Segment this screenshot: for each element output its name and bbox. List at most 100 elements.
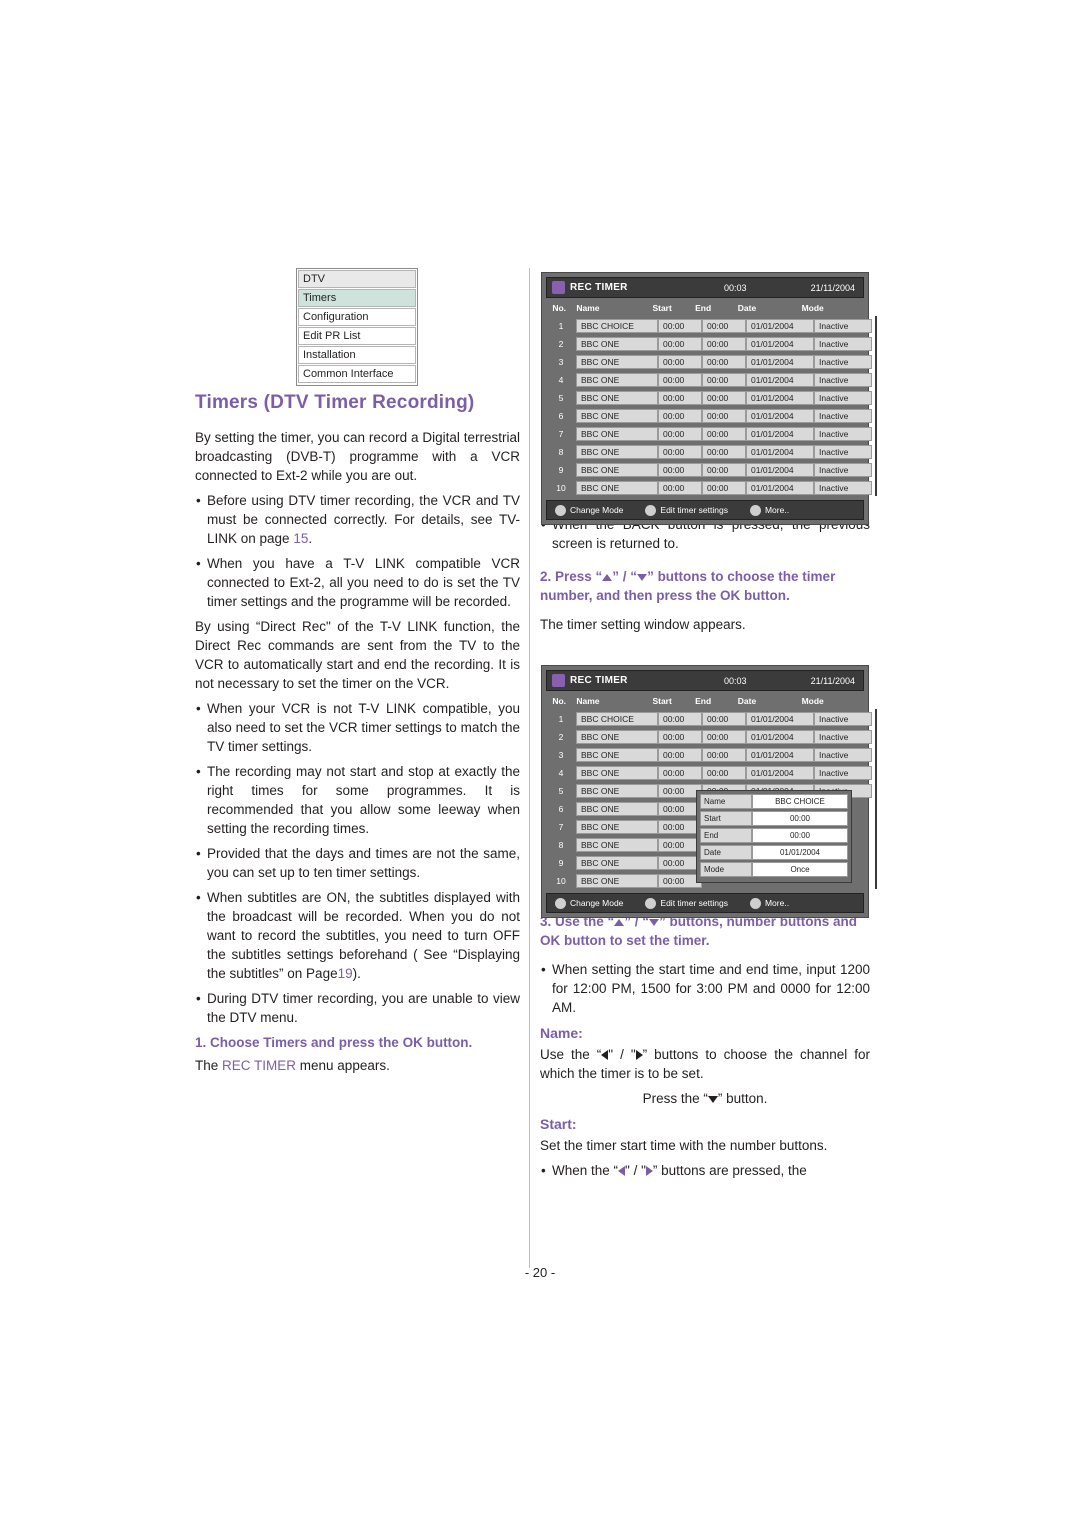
cell-end: 00:00 (702, 481, 746, 495)
table-row[interactable]: 2 BBC ONE 00:00 00:00 01/01/2004 Inactive (546, 729, 872, 745)
direct-rec-paragraph: By using “Direct Rec" of the T-V LINK fu… (195, 619, 520, 691)
table-row[interactable]: 9BBC ONE00:0000:0001/01/2004Inactive (546, 462, 872, 478)
cell-date: 01/01/2004 (746, 463, 814, 477)
table-row[interactable]: 7BBC ONE00:0000:0001/01/2004Inactive (546, 426, 872, 442)
cell-no: 5 (546, 391, 576, 405)
cell-date: 01/01/2004 (746, 355, 814, 369)
cell-mode: Inactive (814, 463, 872, 477)
menu-item-timers[interactable]: Timers (298, 289, 416, 307)
bullet-left-right: When the “ " / " ” buttons are pressed, th… (540, 1161, 870, 1180)
bullet-input-times: When setting the start time and end time… (540, 960, 870, 1017)
table-row[interactable]: 3 BBC ONE 00:00 00:00 01/01/2004 Inactive (546, 354, 872, 370)
cell-end: 00:00 (702, 463, 746, 477)
popup-value-name[interactable]: BBC CHOICE (752, 794, 848, 809)
cell-no: 5 (546, 784, 576, 798)
popup-value-date[interactable]: 01/01/2004 (752, 845, 848, 860)
popup-row[interactable]: Mode Once (700, 862, 848, 877)
arrow-right-icon (635, 1050, 643, 1061)
start-instruction: Set the timer start time with the number… (540, 1138, 828, 1153)
footer-more: More.. (742, 504, 789, 516)
cell-no: 4 (546, 373, 576, 387)
cell-no: 2 (546, 337, 576, 351)
button-dot-icon-2 (645, 504, 657, 516)
cell-no: 4 (546, 766, 576, 780)
cell-start: 00:00 (658, 391, 702, 405)
scrollbar[interactable] (875, 316, 877, 496)
bullet-ten-timers: Provided that the days and times are not… (195, 844, 520, 882)
cell-no: 9 (546, 463, 576, 477)
menu-item-common-interface[interactable]: Common Interface (298, 365, 416, 383)
popup-row[interactable]: Start 00:00 (700, 811, 848, 826)
table-row[interactable]: 3 BBC ONE 00:00 00:00 01/01/2004 Inactive (546, 747, 872, 763)
arrow-up-icon (602, 573, 613, 581)
cell-no: 10 (546, 481, 576, 495)
start-label: Start: (540, 1116, 577, 1132)
cell-no: 6 (546, 802, 576, 816)
cell-name: BBC ONE (576, 445, 658, 459)
footer2-edit-timer-label: Edit timer settings (660, 898, 728, 908)
step-2: 2. Press “” / “” buttons to choose the t… (540, 567, 870, 605)
cell-name: BBC ONE (576, 730, 658, 744)
osd1-footer: Change Mode Edit timer settings More.. (546, 500, 864, 520)
table-row[interactable]: 5BBC ONE00:0000:0001/01/2004Inactive (546, 390, 872, 406)
table-row[interactable]: 2 BBC ONE 00:00 00:00 01/01/2004 Inactive (546, 336, 872, 352)
name-press-down: Press the “ ” button. (540, 1089, 870, 1108)
rec-timer-screen-1: REC TIMER 00:03 21/11/2004 No. Name Start E… (541, 272, 877, 525)
cell-date: 01/01/2004 (746, 319, 814, 333)
cell-mode: Inactive (814, 391, 872, 405)
table-row[interactable]: 8BBC ONE00:0000:0001/01/2004Inactive (546, 444, 872, 460)
column-header-start: Start (652, 696, 672, 706)
cell-no: 1 (546, 712, 576, 726)
cell-no: 6 (546, 409, 576, 423)
popup-value-end[interactable]: 00:00 (752, 828, 848, 843)
menu-item-installation[interactable]: Installation (298, 346, 416, 364)
cell-date: 01/01/2004 (746, 445, 814, 459)
popup-label-end: End (700, 828, 752, 843)
menu-item-configuration[interactable]: Configuration (298, 308, 416, 326)
table-row[interactable]: 4 BBC ONE 00:00 00:00 01/01/2004 Inactive (546, 372, 872, 388)
cell-name: BBC ONE (576, 838, 658, 852)
osd1-title: REC TIMER (570, 282, 628, 293)
popup-row[interactable]: Date 01/01/2004 (700, 845, 848, 860)
cell-name: BBC CHOICE (576, 712, 658, 726)
lr-a: When the “ (552, 1163, 619, 1178)
name-e: ” button. (717, 1091, 768, 1106)
cell-start: 00:00 (658, 337, 702, 351)
table-row[interactable]: 10BBC ONE00:0000:0001/01/2004Inactive (546, 480, 872, 496)
bullet-dtv-menu: During DTV timer recording, you are unab… (195, 989, 520, 1027)
popup-value-start[interactable]: 00:00 (752, 811, 848, 826)
bullet-subtitles-text: When subtitles are ON, the subtitles dis… (207, 890, 520, 981)
arrow-down-icon (637, 573, 648, 581)
cell-date: 01/01/2004 (746, 748, 814, 762)
footer-change-mode: Change Mode (547, 504, 623, 516)
page-ref-19: 19 (337, 966, 353, 981)
intro-paragraph: By setting the timer, you can record a D… (195, 430, 520, 483)
dtv-menu-title: DTV (298, 270, 416, 288)
step-1-note: The REC TIMER menu appears. (195, 1056, 520, 1075)
cell-mode: Inactive (814, 748, 872, 762)
column-header-name: Name (576, 303, 600, 313)
column-header-end: End (695, 696, 712, 706)
osd2-footer: Change Mode Edit timer settings More.. (546, 893, 864, 913)
table-row[interactable]: 1 BBC CHOICE 00:00 00:00 01/01/2004 Inactive (546, 711, 872, 727)
column-header-name: Name (576, 696, 600, 706)
table-row[interactable]: 6BBC ONE00:0000:0001/01/2004Inactive (546, 408, 872, 424)
table-row[interactable]: 4 BBC ONE 00:00 00:00 01/01/2004 Inactive (546, 765, 872, 781)
rec-timer-label: REC TIMER (222, 1058, 297, 1073)
osd2-time: 00:03 (723, 675, 747, 686)
menu-item-edit-pr-list[interactable]: Edit PR List (298, 327, 416, 345)
cell-end: 00:00 (702, 730, 746, 744)
column-header-end: End (695, 303, 712, 313)
cell-end: 00:00 (702, 712, 746, 726)
button-dot-icon-5 (645, 897, 657, 909)
scrollbar[interactable] (875, 709, 877, 889)
cell-date: 01/01/2004 (746, 373, 814, 387)
footer2-edit-timer: Edit timer settings (637, 897, 728, 909)
osd1-time: 00:03 (723, 282, 747, 293)
table-row[interactable]: 1 BBC CHOICE 00:00 00:00 01/01/2004 Inactive (546, 318, 872, 334)
popup-row[interactable]: Name BBC CHOICE (700, 794, 848, 809)
popup-value-mode[interactable]: Once (752, 862, 848, 877)
column-header-mode: Mode (801, 696, 824, 706)
dtv-menu-box: DTV Timers Configuration Edit PR List In… (296, 268, 418, 386)
popup-row[interactable]: End 00:00 (700, 828, 848, 843)
